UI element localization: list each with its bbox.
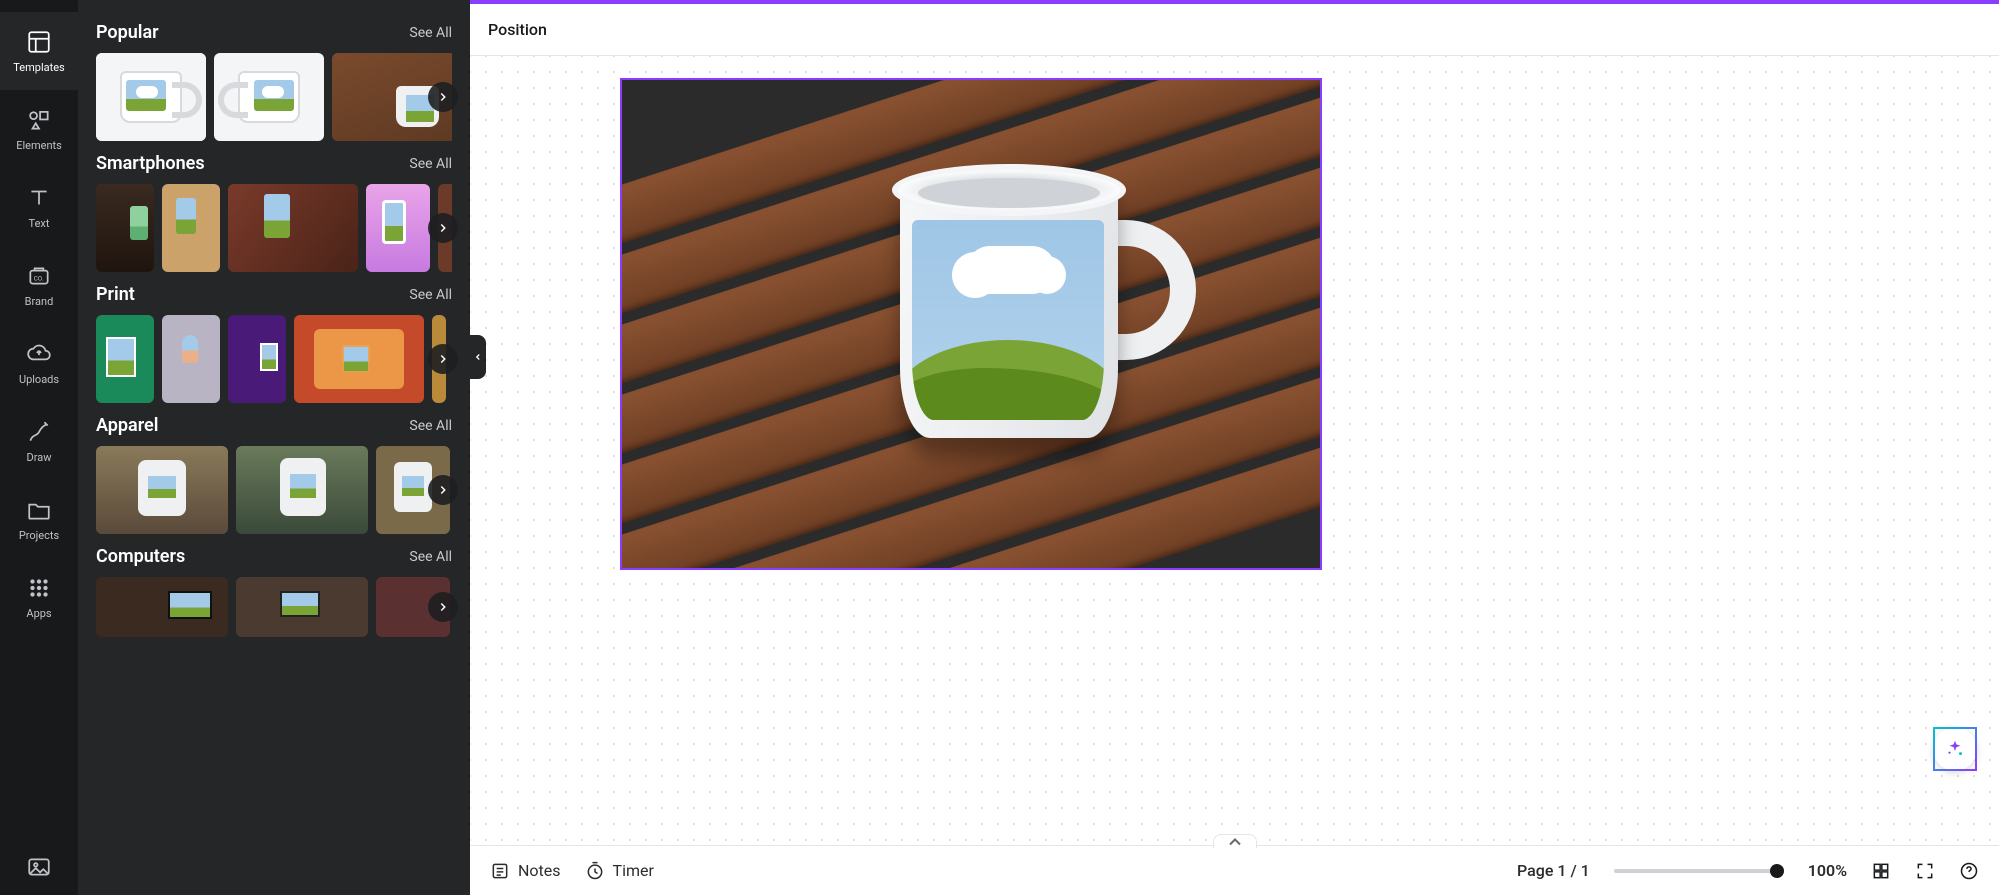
toolbar: Position	[470, 4, 1999, 56]
canvas-area[interactable]	[470, 56, 1999, 845]
smartphones-next[interactable]	[428, 213, 458, 243]
editor-main: Position	[470, 0, 1999, 895]
sparkle-icon	[1944, 738, 1966, 760]
text-icon	[26, 185, 52, 211]
section-print: Print See All	[96, 284, 452, 403]
zoom-knob[interactable]	[1770, 864, 1784, 878]
rail-label: Uploads	[19, 373, 59, 386]
thumb-print-4[interactable]	[294, 315, 424, 403]
svg-text:CO.: CO.	[34, 274, 44, 282]
see-all-print[interactable]: See All	[409, 287, 452, 303]
rail-label: Brand	[25, 295, 54, 308]
notes-label: Notes	[518, 861, 561, 880]
collapse-panel[interactable]	[470, 335, 486, 379]
rail-label: Projects	[19, 529, 59, 542]
computers-next[interactable]	[428, 592, 458, 622]
section-title: Print	[96, 284, 135, 305]
section-apparel: Apparel See All	[96, 415, 452, 534]
section-title: Computers	[96, 546, 185, 567]
thumb-mug-left[interactable]	[96, 53, 206, 141]
mug-print-area	[912, 220, 1104, 420]
rail-label: Templates	[13, 61, 64, 74]
help-button[interactable]	[1959, 861, 1979, 881]
rail-templates[interactable]: Templates	[0, 12, 78, 90]
bottom-bar: Notes Timer Page 1 / 1 100%	[470, 845, 1999, 895]
rail-projects[interactable]: Projects	[0, 480, 78, 558]
timer-icon	[585, 861, 605, 881]
apps-icon	[26, 575, 52, 601]
mockups-panel: Popular See All Smartphones See All	[78, 0, 470, 895]
thumb-print-2[interactable]	[162, 315, 220, 403]
rail-draw[interactable]: Draw	[0, 402, 78, 480]
thumb-computer-2[interactable]	[236, 577, 368, 637]
position-button[interactable]: Position	[488, 20, 547, 39]
rail-label: Draw	[27, 451, 52, 464]
rail-apps[interactable]: Apps	[0, 558, 78, 636]
thumb-apparel-1[interactable]	[96, 446, 228, 534]
help-icon	[1959, 861, 1979, 881]
section-popular: Popular See All	[96, 22, 452, 141]
projects-icon	[26, 497, 52, 523]
thumb-phone-4[interactable]	[366, 184, 430, 272]
draw-icon	[26, 419, 52, 445]
rail-brand[interactable]: CO. Brand	[0, 246, 78, 324]
zoom-percentage[interactable]: 100%	[1808, 861, 1847, 880]
section-title: Popular	[96, 22, 159, 43]
section-computers: Computers See All	[96, 546, 452, 637]
page-indicator[interactable]: Page 1 / 1	[1517, 861, 1590, 880]
rail-elements[interactable]: Elements	[0, 90, 78, 168]
thumb-phone-3[interactable]	[228, 184, 358, 272]
elements-icon	[26, 107, 52, 133]
print-next[interactable]	[428, 344, 458, 374]
magic-button[interactable]	[1933, 727, 1977, 771]
thumb-print-3[interactable]	[228, 315, 286, 403]
thumb-mug-right[interactable]	[214, 53, 324, 141]
thumb-computer-1[interactable]	[96, 577, 228, 637]
section-title: Apparel	[96, 415, 158, 436]
zoom-slider[interactable]	[1614, 869, 1784, 873]
section-smartphones: Smartphones See All	[96, 153, 452, 272]
grid-view-button[interactable]	[1871, 861, 1891, 881]
thumb-phone-2[interactable]	[162, 184, 220, 272]
rail-text[interactable]: Text	[0, 168, 78, 246]
thumb-phone-1[interactable]	[96, 184, 154, 272]
timer-button[interactable]: Timer	[585, 861, 654, 881]
see-all-computers[interactable]: See All	[409, 549, 452, 565]
thumb-print-1[interactable]	[96, 315, 154, 403]
templates-icon	[26, 29, 52, 55]
tool-rail: Templates Elements Text CO. Brand Upload…	[0, 0, 78, 895]
page-drawer-toggle[interactable]	[1213, 834, 1257, 848]
fullscreen-button[interactable]	[1915, 861, 1935, 881]
fullscreen-icon	[1915, 861, 1935, 881]
notes-button[interactable]: Notes	[490, 861, 561, 881]
notes-icon	[490, 861, 510, 881]
rail-label: Text	[29, 217, 50, 230]
mug-inner	[918, 178, 1100, 208]
see-all-popular[interactable]: See All	[409, 25, 452, 41]
popular-next[interactable]	[428, 82, 458, 112]
see-all-smartphones[interactable]: See All	[409, 156, 452, 172]
image-icon	[26, 854, 52, 880]
rail-photos[interactable]	[0, 839, 78, 895]
timer-label: Timer	[613, 861, 654, 880]
brand-icon: CO.	[26, 263, 52, 289]
see-all-apparel[interactable]: See All	[409, 418, 452, 434]
apparel-next[interactable]	[428, 475, 458, 505]
uploads-icon	[26, 341, 52, 367]
grid-icon	[1871, 861, 1891, 881]
section-title: Smartphones	[96, 153, 205, 174]
rail-label: Apps	[26, 607, 51, 620]
rail-uploads[interactable]: Uploads	[0, 324, 78, 402]
thumb-apparel-2[interactable]	[236, 446, 368, 534]
page-frame[interactable]	[620, 78, 1322, 570]
rail-label: Elements	[16, 139, 62, 152]
